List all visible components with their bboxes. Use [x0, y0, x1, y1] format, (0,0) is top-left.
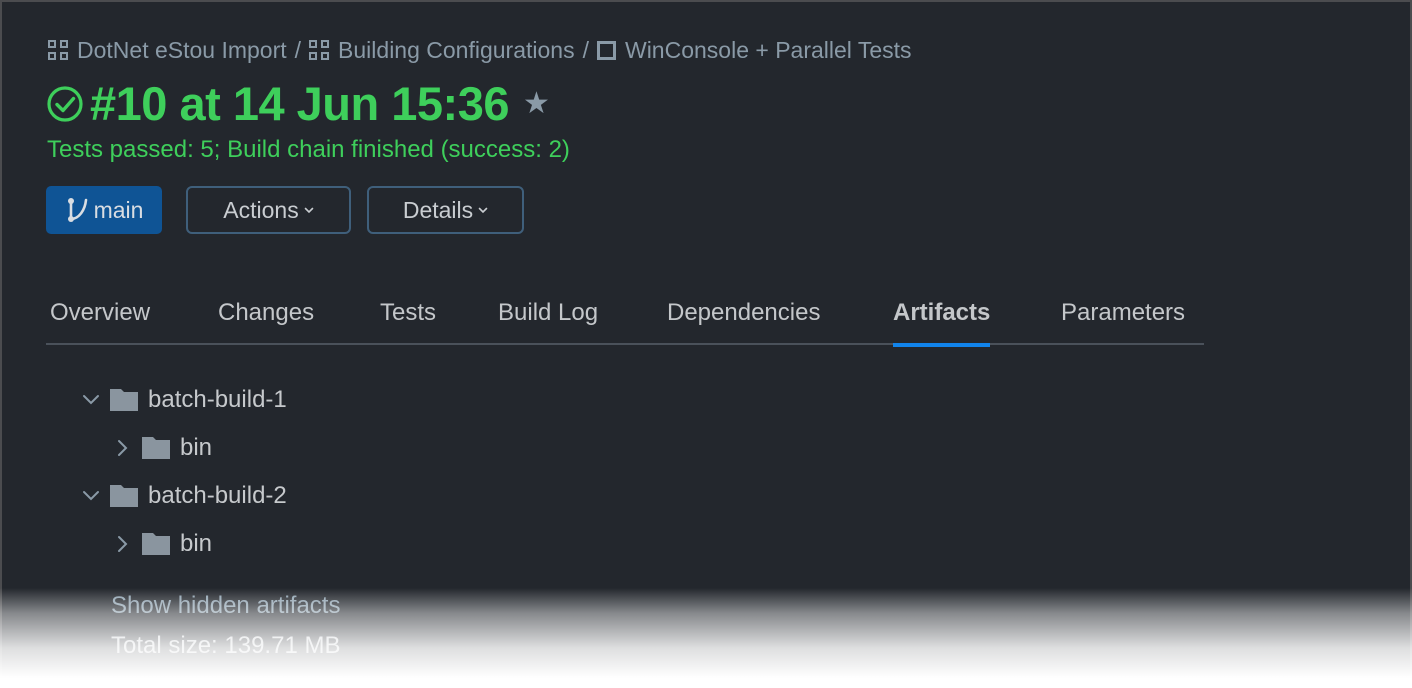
chevron-down-icon[interactable]	[80, 389, 102, 411]
breadcrumb-item-subproject[interactable]: Building Configurations	[309, 37, 575, 64]
tree-item-folder[interactable]: batch-build-1	[80, 382, 287, 418]
breadcrumb-separator: /	[582, 36, 589, 63]
branch-label: main	[93, 196, 144, 223]
chevron-down-icon	[304, 207, 314, 214]
tree-item-label: bin	[180, 530, 213, 557]
actions-button[interactable]: Actions	[186, 186, 351, 234]
build-title-row: #10 at 14 Jun 15:36 ★	[46, 76, 550, 131]
chevron-down-icon[interactable]	[80, 485, 102, 507]
folder-icon	[110, 485, 138, 507]
show-hidden-artifacts-link[interactable]: Show hidden artifacts	[111, 592, 340, 620]
chevron-right-icon[interactable]	[112, 533, 134, 555]
build-config-square-icon	[596, 40, 616, 60]
project-grid-icon	[48, 40, 68, 60]
details-label: Details	[402, 196, 474, 223]
toolbar: main Actions Details	[46, 186, 524, 234]
star-icon[interactable]: ★	[523, 86, 550, 121]
build-status-text: Tests passed: 5; Build chain finished (s…	[47, 136, 570, 163]
tree-item-folder[interactable]: bin	[112, 526, 212, 562]
tab-tests[interactable]: Tests	[380, 294, 436, 345]
tab-dependencies[interactable]: Dependencies	[667, 294, 820, 345]
breadcrumb: DotNet eStou Import / Building Configura…	[48, 36, 912, 64]
breadcrumb-label: Building Configurations	[338, 36, 575, 63]
breadcrumb-item-build-config[interactable]: WinConsole + Parallel Tests	[596, 36, 912, 64]
tab-overview[interactable]: Overview	[50, 294, 150, 345]
tree-item-label: bin	[180, 434, 213, 461]
chevron-right-icon[interactable]	[112, 437, 134, 459]
tree-item-folder[interactable]: batch-build-2	[80, 478, 287, 514]
breadcrumb-separator: /	[294, 36, 302, 63]
success-check-circle-icon	[47, 85, 83, 122]
tree-item-folder[interactable]: bin	[112, 430, 212, 466]
chevron-down-icon	[478, 207, 488, 214]
breadcrumb-item-project[interactable]: DotNet eStou Import	[48, 37, 287, 64]
tree-item-label: batch-build-1	[148, 386, 287, 413]
build-page: DotNet eStou Import / Building Configura…	[0, 0, 1412, 688]
branch-icon	[67, 198, 87, 222]
folder-icon	[142, 533, 170, 555]
folder-icon	[110, 389, 138, 411]
build-title: #10 at 14 Jun 15:36	[90, 77, 510, 130]
project-grid-icon	[309, 40, 330, 60]
actions-label: Actions	[223, 196, 299, 223]
tree-item-label: batch-build-2	[148, 482, 287, 509]
breadcrumb-label: WinConsole + Parallel Tests	[624, 36, 912, 63]
tab-build-log[interactable]: Build Log	[498, 294, 598, 345]
tab-changes[interactable]: Changes	[218, 294, 314, 345]
tab-artifacts[interactable]: Artifacts	[893, 294, 991, 347]
folder-icon	[142, 437, 170, 459]
details-button[interactable]: Details	[367, 186, 524, 234]
tab-parameters[interactable]: Parameters	[1061, 294, 1185, 345]
breadcrumb-label: DotNet eStou Import	[77, 36, 287, 63]
tab-bar: Overview Changes Tests Build Log Depende…	[46, 294, 1204, 347]
branch-button[interactable]: main	[46, 186, 162, 234]
total-size-text: Total size: 139.71 MB	[111, 632, 341, 659]
